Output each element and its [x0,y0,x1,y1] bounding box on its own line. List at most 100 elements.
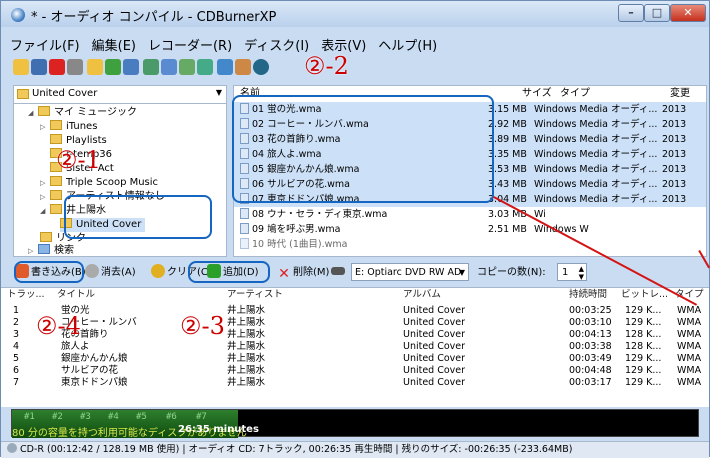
file-row[interactable]: 10 時代 (1曲目).wma [234,237,706,252]
menu-edit[interactable]: 編集(E) [89,37,139,57]
copies-stepper[interactable]: 1 ▲ ▼ [557,263,587,281]
new-icon[interactable] [13,59,29,75]
track-bitrate: 129 K... [625,305,662,316]
minimize-button[interactable]: – [618,4,644,22]
save-icon[interactable] [31,59,47,75]
track-duration: 00:03:49 [569,353,612,364]
play-icon[interactable] [179,59,195,75]
info-icon[interactable] [197,59,213,75]
delete-icon[interactable] [49,59,65,75]
column-size[interactable]: サイズ [522,86,552,101]
track-list[interactable]: トラッ... タイトル アーティスト アルバム 持続時間 ビットレ... タイプ… [1,287,709,407]
track-row[interactable]: 6 サルビアの花 井上陽水 United Cover 00:04:48 129 K... W… [1,365,709,377]
track-row[interactable]: 1 蛍の光 井上陽水 United Cover 00:03:25 129 K... WMA [1,305,709,317]
folder-icon [38,106,50,116]
track-artist: 井上陽水 [227,317,266,328]
expand-icon[interactable]: ▷ [28,244,36,256]
annotation-2-1: ②-1 [56,146,101,174]
cd-icon [7,443,17,453]
track-row[interactable]: 4 旅人よ 井上陽水 United Cover 00:03:38 128 K... WMA [1,341,709,353]
close-button[interactable]: ✕ [670,4,706,22]
help-icon[interactable] [235,59,251,75]
track-marker: #7 [196,412,207,422]
spin-icon[interactable]: ▲ ▼ [579,265,584,281]
about-icon[interactable] [253,59,269,75]
track-artist: 井上陽水 [227,341,266,352]
file-name-text: 10 時代 (1曲目).wma [252,239,348,250]
file-date: 2013 [662,149,687,160]
erase-button[interactable]: 消去(A) [85,264,136,282]
expand-icon[interactable]: ◢ [28,106,36,120]
track-duration: 00:03:38 [569,341,612,352]
tree-node[interactable]: ▷ 検索 [28,244,74,256]
column-track[interactable]: トラッ... [7,288,45,302]
track-row[interactable]: 5 銀座かんかん娘 井上陽水 United Cover 00:03:49 129 K...… [1,353,709,365]
column-artist[interactable]: アーティスト [227,288,283,302]
track-marker: #2 [52,412,63,422]
expand-icon[interactable]: ▷ [40,176,48,190]
track-number: 6 [13,365,20,376]
copies-label: コピーの数(N): [477,267,546,278]
column-date[interactable]: 変更 [670,86,690,101]
track-row[interactable]: 3 花の首飾り 井上陽水 United Cover 00:04:13 128 K... WM… [1,329,709,341]
track-number: 5 [13,353,20,364]
drive-shape [331,267,345,275]
refresh-icon[interactable] [105,59,121,75]
tree-node[interactable]: ◢ マイ ミュージック [28,106,137,120]
file-type: Windows Media オーディ... [534,134,658,145]
callout-burn-button [14,261,84,283]
track-number: 3 [13,329,20,340]
track-bitrate: 129 K... [625,377,662,388]
folder-icon [50,190,62,200]
delete-icon: ✕ [278,266,290,282]
file-name-text: 08 ウナ・セラ・ディ東京.wma [252,209,388,220]
expand-icon[interactable]: ▷ [40,120,48,134]
print-icon[interactable] [67,59,83,75]
tree-node[interactable]: ▷ iTunes [40,120,97,134]
column-title[interactable]: タイトル [57,288,95,302]
chevron-down-icon[interactable]: ▼ [216,88,222,97]
menu-recorder[interactable]: レコーダー(R) [145,37,235,57]
erase-label: 消去(A) [101,267,136,278]
track-row[interactable]: 7 東京ドドンパ娘 井上陽水 United Cover 00:03:17 129 K...… [1,377,709,389]
track-row[interactable]: 2 コーヒー・ルンバ 井上陽水 United Cover 00:03:10 129 K..… [1,317,709,329]
expand-icon[interactable]: ◢ [40,204,48,218]
folder-combo[interactable]: United Cover ▼ [14,86,226,104]
column-album[interactable]: アルバム [403,288,441,302]
track-number: 4 [13,341,20,352]
settings-icon[interactable] [217,59,233,75]
file-date: 2013 [662,119,687,130]
folder-icon[interactable] [87,59,103,75]
delete-button[interactable]: ✕ 削除(M) [277,264,329,282]
drive-select[interactable]: E: Optiarc DVD RW AD ▼ [351,263,469,281]
file-size: 3.03 MB [488,209,527,220]
file-date: 2013 [662,104,687,115]
folder-combo-value: United Cover [32,88,98,99]
window-title: * - オーディオ コンパイル - CDBurnerXP [31,10,277,25]
disc-icon[interactable] [123,59,139,75]
menu-bar: ファイル(F) 編集(E) レコーダー(R) ディスク(I) 表示(V) ヘルプ(H) [1,37,709,57]
track-number: 7 [13,377,20,388]
tree-node-label: Triple Scoop Music [66,177,159,188]
copy-icon[interactable] [143,59,159,75]
tree-node[interactable]: ▷ Triple Scoop Music [40,176,158,190]
menu-help[interactable]: ヘルプ(H) [375,37,440,57]
file-row[interactable]: 08 ウナ・セラ・ディ東京.wma 3.03 MB Wi [234,207,706,222]
menu-disc[interactable]: ディスク(I) [241,37,312,57]
folder-icon [50,120,62,130]
menu-file[interactable]: ファイル(F) [7,37,83,57]
track-type: WMA [677,305,702,316]
column-bitrate[interactable]: ビットレ... [621,288,668,302]
tree-node-label: マイ ミュージック [54,107,137,118]
drive-icon[interactable] [161,59,177,75]
maximize-button[interactable]: □ [644,4,670,22]
file-row[interactable]: 09 鳩を呼ぶ男.wma 2.51 MB Windows W [234,222,706,237]
file-name-text: 09 鳩を呼ぶ男.wma [252,224,341,235]
track-type: WMA [677,365,702,376]
search-icon [38,244,50,254]
expand-icon[interactable]: ▷ [40,190,48,204]
toolbar [9,59,309,81]
column-duration[interactable]: 持続時間 [569,288,607,302]
column-type[interactable]: タイプ [560,86,590,101]
action-bar: 書き込み(B) 消去(A) クリア(C) 追加(D) ✕ 削除(M) E: Opt… [1,260,709,286]
